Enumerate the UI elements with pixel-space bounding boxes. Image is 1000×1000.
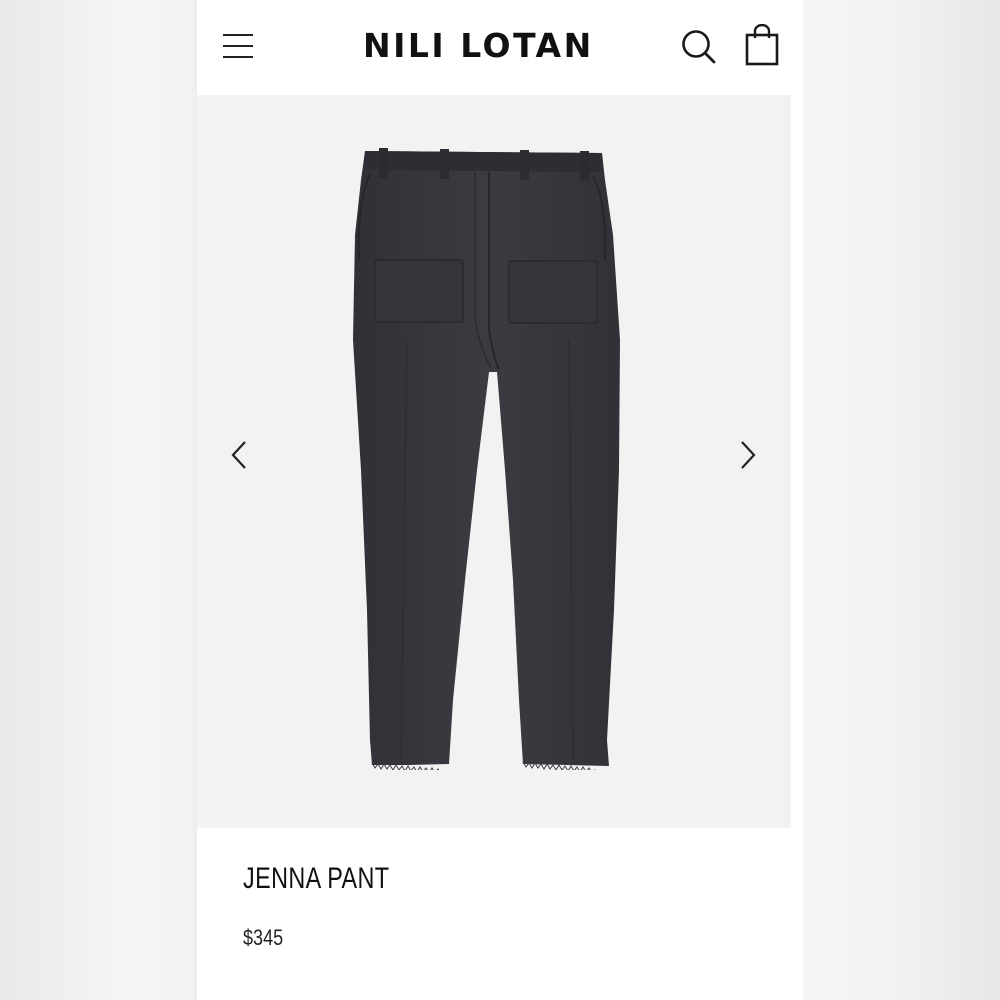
shopping-bag-button[interactable]: [744, 23, 780, 66]
product-image-gallery: [197, 95, 791, 828]
search-button[interactable]: [680, 28, 718, 66]
product-image-jenna-pant[interactable]: [337, 140, 657, 770]
menu-icon-bar: [223, 56, 253, 58]
brand-logo[interactable]: NILI LOTAN: [363, 24, 594, 68]
previous-image-button[interactable]: [225, 435, 255, 475]
menu-icon-bar: [223, 34, 253, 36]
menu-button[interactable]: [221, 30, 255, 62]
gallery-edge: [791, 95, 803, 828]
next-image-button[interactable]: [732, 435, 762, 475]
chevron-right-icon: [741, 441, 756, 469]
mobile-screen: NILI LOTAN JENNA PANT $345: [197, 0, 803, 1000]
site-header: NILI LOTAN: [197, 0, 803, 95]
product-name[interactable]: JENNA PANT: [243, 862, 389, 896]
product-price: $345: [243, 925, 284, 950]
search-icon: [682, 30, 716, 64]
chevron-left-icon: [231, 441, 246, 469]
menu-icon-bar: [223, 45, 253, 47]
shopping-bag-icon: [745, 23, 779, 66]
